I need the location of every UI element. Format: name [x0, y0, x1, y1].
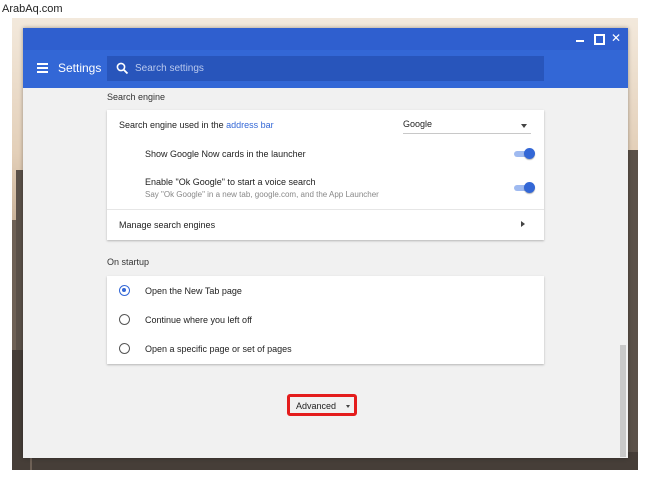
minimize-button[interactable] [573, 31, 587, 45]
google-now-toggle[interactable] [514, 148, 535, 160]
title-bar: ✕ [23, 28, 628, 50]
search-engine-label: Search engine used in the address bar [119, 120, 274, 130]
search-icon [116, 62, 129, 75]
ok-google-toggle[interactable] [514, 182, 535, 194]
settings-window: ✕ Settings Search engine Search engine u… [23, 28, 628, 458]
ok-google-label: Enable "Ok Google" to start a voice sear… [145, 177, 316, 187]
settings-toolbar: Settings [23, 50, 628, 88]
manage-search-engines-row[interactable]: Manage search engines [107, 209, 544, 240]
page-title: Settings [58, 61, 102, 75]
search-engine-row: Search engine used in the address bar Go… [107, 110, 544, 140]
section-title-on-startup: On startup [107, 257, 150, 267]
search-engine-card: Search engine used in the address bar Go… [107, 110, 544, 240]
radio-specific-pages[interactable] [119, 343, 130, 354]
radio-new-tab[interactable] [119, 285, 130, 296]
startup-option-row[interactable]: Open a specific page or set of pages [107, 334, 544, 364]
advanced-label: Advanced [296, 401, 337, 411]
caret-down-icon [346, 405, 350, 408]
startup-option-label: Open the New Tab page [145, 286, 242, 296]
radio-continue[interactable] [119, 314, 130, 325]
dropdown-selected-value: Google [403, 119, 433, 129]
google-now-row: Show Google Now cards in the launcher [107, 140, 544, 168]
address-bar-link[interactable]: address bar [226, 120, 274, 130]
search-input[interactable] [135, 60, 535, 77]
chevron-right-icon [521, 221, 525, 227]
startup-option-row[interactable]: Open the New Tab page [107, 276, 544, 305]
ok-google-row: Enable "Ok Google" to start a voice sear… [107, 168, 544, 208]
scrollbar[interactable] [620, 345, 626, 457]
startup-option-label: Open a specific page or set of pages [145, 344, 292, 354]
ok-google-sublabel: Say "Ok Google" in a new tab, google.com… [145, 190, 379, 199]
maximize-button[interactable] [591, 31, 605, 45]
search-engine-dropdown[interactable]: Google [403, 118, 531, 134]
caret-down-icon [521, 124, 527, 128]
manage-search-engines-label: Manage search engines [119, 220, 216, 230]
section-title-search-engine: Search engine [107, 92, 166, 102]
search-box[interactable] [107, 56, 544, 81]
google-now-label: Show Google Now cards in the launcher [145, 149, 306, 159]
startup-card: Open the New Tab page Continue where you… [107, 276, 544, 364]
advanced-button[interactable]: Advanced [287, 394, 357, 416]
startup-option-row[interactable]: Continue where you left off [107, 305, 544, 334]
watermark: ArabAq.com [2, 3, 63, 15]
close-button[interactable]: ✕ [609, 31, 623, 45]
hamburger-menu-icon[interactable] [37, 63, 48, 73]
startup-option-label: Continue where you left off [145, 315, 252, 325]
